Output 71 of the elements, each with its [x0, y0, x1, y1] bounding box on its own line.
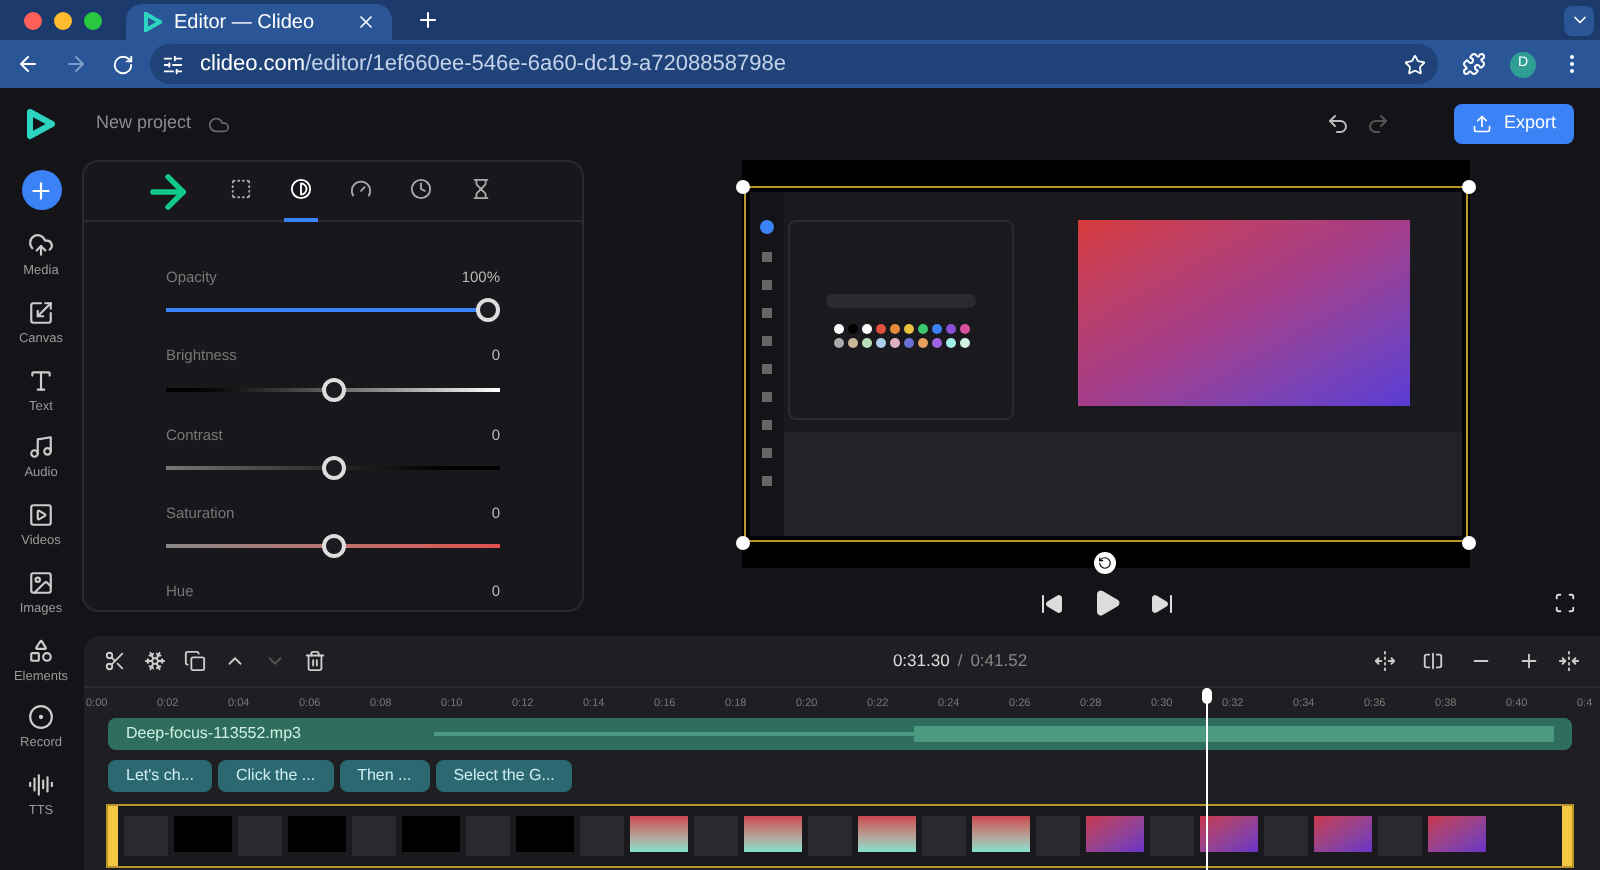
add-button[interactable] — [21, 170, 61, 210]
resize-handle[interactable] — [1462, 180, 1476, 194]
rotate-icon — [1098, 556, 1112, 570]
bookmark-star-icon[interactable] — [1404, 53, 1426, 75]
skip-back-icon[interactable] — [1039, 591, 1063, 615]
zoom-in-icon[interactable] — [1518, 650, 1540, 672]
fullscreen-icon[interactable] — [1554, 592, 1576, 614]
timeline-tool[interactable] — [144, 650, 166, 672]
music-note-icon — [28, 434, 54, 461]
video-icon — [27, 502, 54, 528]
shapes-icon — [27, 637, 54, 663]
contrast-icon — [290, 178, 312, 200]
reload-icon[interactable] — [112, 53, 134, 75]
trash-icon — [304, 650, 326, 672]
tab-list-button[interactable] — [1564, 5, 1594, 35]
slider-thumb[interactable] — [476, 298, 500, 323]
upload-icon — [1471, 114, 1492, 134]
text-clip[interactable]: Select the G... — [435, 760, 573, 792]
current-time: 0:31.30 — [892, 648, 950, 674]
redo-icon[interactable] — [1365, 112, 1390, 136]
slider-thumb[interactable] — [321, 377, 345, 401]
audio-clip[interactable]: Deep-focus-113552.mp3 — [108, 718, 1572, 750]
resize-handle[interactable] — [1462, 536, 1476, 550]
scissors-icon — [104, 650, 126, 672]
timeline-tool[interactable] — [184, 650, 206, 672]
undo-icon[interactable] — [1325, 112, 1350, 136]
collapse-icon[interactable] — [1558, 650, 1580, 672]
text-clip[interactable]: Then ... — [339, 760, 430, 792]
address-field[interactable]: clideo.com/editor/1ef660ee-546e-6a60-dc19-a7208858798e — [150, 44, 1438, 84]
record-icon — [28, 704, 54, 731]
image-icon — [27, 569, 54, 596]
slider-thumb[interactable] — [321, 534, 345, 558]
plus-icon — [28, 177, 54, 203]
text-clip[interactable]: Let's ch... — [108, 760, 212, 792]
gauge-icon — [350, 178, 372, 200]
cloud-upload-icon — [28, 232, 54, 258]
text-icon — [28, 367, 54, 393]
play-icon[interactable] — [1091, 588, 1121, 618]
time-separator: / — [957, 648, 963, 674]
fit-icon[interactable] — [1374, 650, 1396, 672]
timeline-tool[interactable] — [304, 650, 326, 672]
new-tab-icon[interactable] — [416, 8, 440, 32]
browser-tab[interactable]: Editor — Clideo — [126, 4, 392, 40]
timeline-tool[interactable] — [104, 650, 126, 672]
resize-handle[interactable] — [736, 536, 750, 550]
play-logo-icon — [142, 12, 162, 32]
back-icon[interactable] — [16, 52, 40, 76]
close-icon[interactable] — [356, 12, 376, 32]
url-text: clideo.com/editor/1ef660ee-546e-6a60-dc19-a7208858798e — [200, 49, 788, 80]
slider-thumb[interactable] — [321, 455, 345, 480]
text-clip[interactable]: Click the ... — [218, 760, 334, 792]
sound-wave-icon — [28, 772, 54, 798]
export-button[interactable]: Export — [1453, 104, 1574, 144]
site-info-icon[interactable] — [162, 53, 184, 75]
cloud-icon — [207, 113, 230, 135]
project-name[interactable]: New project — [96, 110, 192, 138]
resize-handle[interactable] — [736, 180, 750, 194]
forward-icon[interactable] — [64, 52, 88, 76]
extensions-icon[interactable] — [1462, 52, 1486, 76]
split-icon[interactable] — [1422, 650, 1444, 672]
resize-icon — [27, 299, 54, 326]
skip-forward-icon[interactable] — [1149, 591, 1173, 615]
rotate-handle[interactable] — [1094, 552, 1116, 574]
play-logo-icon — [26, 108, 56, 140]
total-time: 0:41.52 — [970, 648, 1028, 674]
hourglass-icon — [470, 178, 492, 200]
dashed-square-icon — [230, 178, 252, 200]
clock-icon — [410, 178, 432, 200]
copy-icon — [184, 650, 206, 672]
tab-title: Editor — Clideo — [174, 9, 317, 37]
snowflake-icon — [144, 650, 166, 672]
